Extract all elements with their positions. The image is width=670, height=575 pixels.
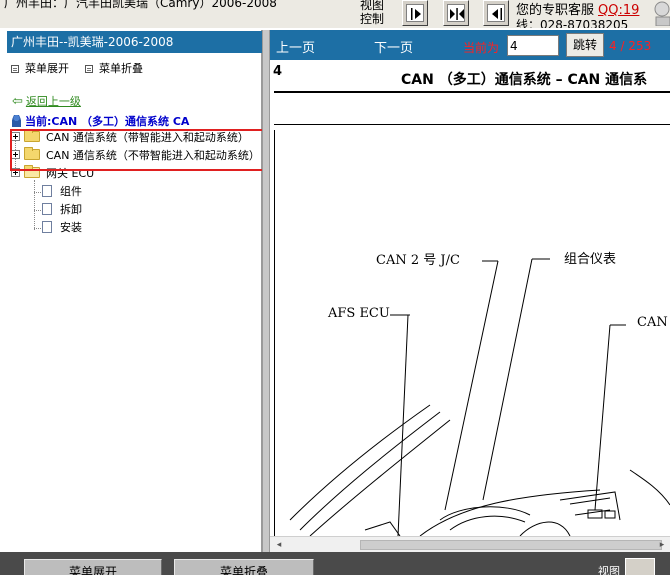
selection-highlight: [10, 129, 264, 171]
top-toolbar: 广州丰田：广汽丰田凯美瑞（Camry）2006-2008 视图控制 您的专职客服…: [0, 0, 670, 28]
bottom-toolbar: 菜单展开 菜单折叠 视图: [0, 552, 670, 575]
document-icon: [42, 185, 52, 197]
tree-item-removal[interactable]: 拆卸: [42, 202, 82, 218]
horizontal-scrollbar[interactable]: ◂ ▸: [270, 536, 670, 552]
navigation-panel: 广州丰田--凯美瑞-2006-2008 菜单展开 菜单折叠 ⇦ 返回上一级 当前:…: [5, 30, 264, 552]
expand-icon: [11, 65, 19, 73]
page-navigation-bar: 上一页 下一页 当前为 跳转 4 / 253: [270, 30, 670, 60]
bottom-collapse-button[interactable]: 菜单折叠: [174, 559, 314, 575]
current-page-label: 当前为: [463, 41, 500, 55]
page-number-input[interactable]: [507, 35, 559, 56]
label-can: CAN: [637, 315, 668, 330]
bottom-expand-button[interactable]: 菜单展开: [24, 559, 162, 575]
back-link[interactable]: ⇦ 返回上一级: [12, 93, 81, 109]
goto-button[interactable]: 跳转: [566, 33, 604, 57]
model-title: 广州丰田--凯美瑞-2006-2008: [7, 31, 262, 53]
current-location: 当前:CAN （多工）通信系统 CA: [12, 113, 189, 129]
tree-item-label: 组件: [60, 185, 82, 198]
view-label: 视图: [598, 565, 620, 575]
collapse-menu-label: 菜单折叠: [99, 62, 143, 75]
view-button[interactable]: [625, 558, 655, 575]
scroll-thumb[interactable]: [360, 540, 662, 550]
label-afs-ecu: AFS ECU: [328, 306, 390, 321]
document-icon: [42, 203, 52, 215]
page-count: 4 / 253: [609, 39, 652, 53]
phone-number: 线：028-87038205: [516, 18, 629, 28]
avatar-icon: [654, 1, 670, 26]
scroll-right-icon[interactable]: ▸: [656, 539, 668, 551]
next-page-link[interactable]: 下一页: [374, 37, 413, 56]
arrow-left-icon: [492, 8, 502, 20]
window-title: 广州丰田：广汽丰田凯美瑞（Camry）2006-2008: [4, 0, 277, 10]
label-can2-jc: CAN 2 号 J/C: [376, 253, 460, 268]
arrow-right-icon: [411, 8, 421, 20]
tree-item-label: 安装: [60, 221, 82, 234]
collapse-menu-button[interactable]: 菜单折叠: [85, 60, 143, 76]
panel-splitter[interactable]: [262, 30, 270, 552]
label-combination-meter: 组合仪表: [564, 252, 617, 267]
back-label: 返回上一级: [25, 95, 81, 108]
document-icon: [42, 221, 52, 233]
current-label: 当前:CAN （多工）通信系统 CA: [25, 115, 190, 128]
prev-page-link[interactable]: 上一页: [276, 37, 315, 56]
scroll-left-icon[interactable]: ◂: [273, 539, 285, 551]
document-viewer: 4 CAN （多工）通信系统 – CAN 通信系 CAN 2 号 J/C 组合仪…: [270, 60, 670, 536]
tree-item-components[interactable]: 组件: [42, 184, 82, 200]
expand-menu-label: 菜单展开: [25, 62, 69, 75]
split-view-icon: [450, 8, 464, 20]
collapse-icon: [85, 65, 93, 73]
split-view-button[interactable]: [443, 0, 469, 26]
dashboard-diagram: [289, 258, 670, 536]
tree-item-installation[interactable]: 安装: [42, 220, 82, 236]
prev-view-button[interactable]: [483, 0, 509, 26]
next-view-button[interactable]: [402, 0, 428, 26]
document-panel: 上一页 下一页 当前为 跳转 4 / 253 4 CAN （多工）通信系统 – …: [270, 30, 670, 552]
expand-menu-button[interactable]: 菜单展开: [11, 60, 69, 76]
user-icon: [12, 115, 21, 127]
view-control-label: 视图控制: [360, 0, 385, 26]
back-arrow-icon: ⇦: [12, 94, 23, 109]
tree-item-label: 拆卸: [60, 203, 82, 216]
tree-connector: [34, 180, 35, 230]
